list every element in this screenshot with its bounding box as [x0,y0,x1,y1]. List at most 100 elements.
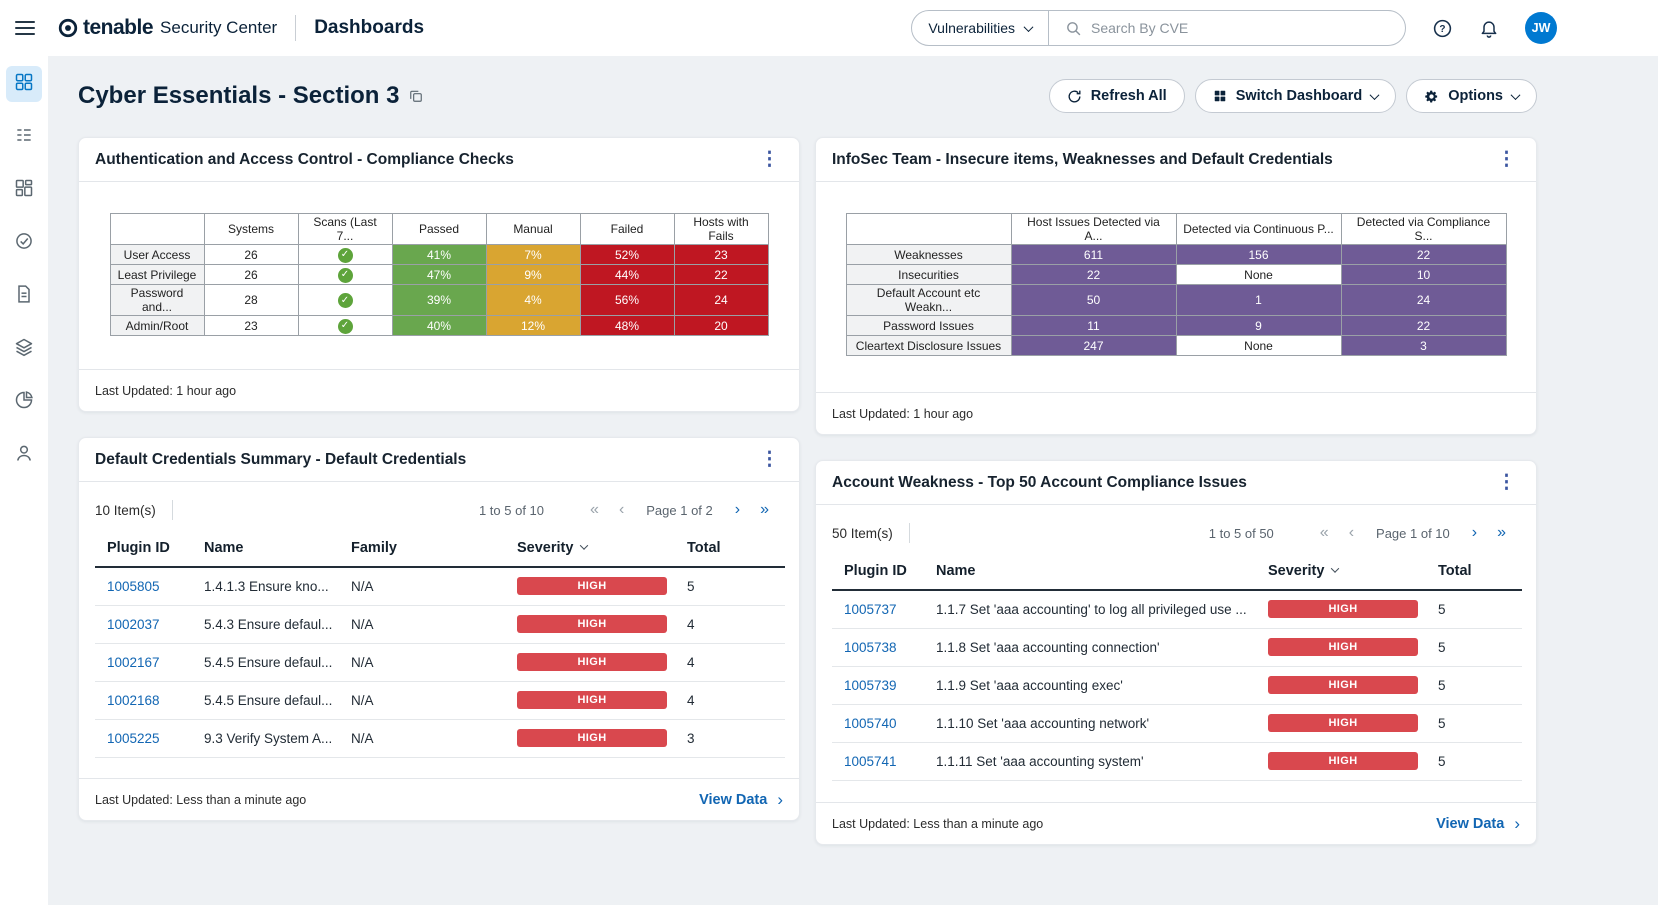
plugin-id-link[interactable]: 1005739 [844,678,897,693]
sort-chevron-icon[interactable] [1331,564,1339,572]
panel-header: Authentication and Access Control - Comp… [79,138,799,182]
row-label: Password Issues [846,316,1011,336]
manual-cell: 4% [486,285,580,316]
table-header-row: Host Issues Detected via A... Detected v… [846,214,1506,245]
first-page-icon[interactable]: « [1314,525,1335,541]
col-total: Total [675,532,785,567]
user-icon [14,443,34,468]
page-title: Cyber Essentials - Section 3 [78,82,399,110]
sidebar-item-solutions[interactable] [6,172,42,208]
table-row: 1002037 5.4.3 Ensure defaul... N/A HIGH … [95,605,785,643]
options-button[interactable]: Options [1406,79,1537,113]
refresh-all-button[interactable]: Refresh All [1049,79,1185,113]
plugin-id-link[interactable]: 1005225 [107,731,160,746]
sidebar-item-analytics[interactable] [6,384,42,420]
next-page-icon[interactable]: › [1466,525,1483,541]
kebab-menu-icon[interactable]: ⋮ [1493,471,1520,494]
refresh-icon [1067,89,1082,104]
sidebar-item-users[interactable] [6,437,42,473]
plugin-id-link[interactable]: 1005738 [844,640,897,655]
table-row: Password and... 28 ✓ 39% 4% 56% 24 [110,285,768,316]
value-cell: 9 [1176,316,1341,336]
failed-cell: 52% [580,245,674,265]
gear-icon [1424,89,1439,104]
hamburger-menu-icon[interactable] [15,21,35,35]
col-passed: Passed [392,214,486,245]
dashboards-grid-icon [14,72,34,97]
copy-icon[interactable] [409,89,423,103]
check-circle-icon [14,231,34,256]
brand: tenable Security Center [57,16,277,40]
view-data-link[interactable]: View Data › [1436,814,1520,834]
plugin-id-link[interactable]: 1002037 [107,617,160,632]
tenable-logo-icon [57,17,79,39]
search-input[interactable] [1091,20,1389,36]
prev-page-icon[interactable]: ‹ [613,502,630,518]
kebab-menu-icon[interactable]: ⋮ [756,448,783,471]
kebab-menu-icon[interactable]: ⋮ [1493,148,1520,171]
chevron-right-icon: › [1514,814,1520,834]
table-row: Weaknesses 611 156 22 [846,245,1506,265]
value-cell: None [1176,336,1341,356]
passed-cell: 39% [392,285,486,316]
panel-account-weakness: Account Weakness - Top 50 Account Compli… [815,460,1537,845]
panel-meta: 10 Item(s) 1 to 5 of 10 « ‹ Page 1 of 2 … [79,482,799,532]
severity-cell: HIGH [505,567,675,605]
severity-cell: HIGH [1256,742,1426,780]
plugin-id-link[interactable]: 1005737 [844,602,897,617]
search-field-wrap [1049,20,1405,37]
kebab-menu-icon[interactable]: ⋮ [756,148,783,171]
plugin-id-link[interactable]: 1002167 [107,655,160,670]
plugin-id-link[interactable]: 1005741 [844,754,897,769]
plugin-id-link[interactable]: 1005805 [107,579,160,594]
sidebar-item-dashboards[interactable] [6,66,42,102]
user-avatar[interactable]: JW [1525,12,1557,44]
failed-cell: 44% [580,265,674,285]
panel-auth-compliance: Authentication and Access Control - Comp… [78,137,800,412]
severity-cell: HIGH [505,605,675,643]
table-row: Default Account etc Weakn... 50 1 24 [846,285,1506,316]
sidebar-item-scans[interactable] [6,225,42,261]
search-bar: Vulnerabilities [911,10,1406,46]
sort-chevron-icon[interactable] [580,541,588,549]
plugin-id-link[interactable]: 1002168 [107,693,160,708]
table-row: User Access 26 ✓ 41% 7% 52% 23 [110,245,768,265]
plugin-id-link[interactable]: 1005740 [844,716,897,731]
switch-dashboard-button[interactable]: Switch Dashboard [1195,79,1397,113]
sidebar-item-assets[interactable] [6,331,42,367]
sidebar-item-reports[interactable] [6,278,42,314]
notifications-bell-icon[interactable] [1479,18,1499,38]
view-data-link[interactable]: View Data › [699,790,783,810]
prev-page-icon[interactable]: ‹ [1343,525,1360,541]
value-cell: 22 [1341,316,1506,336]
table-row: 1005741 1.1.11 Set 'aaa accounting syste… [832,742,1522,780]
help-icon[interactable]: ? [1432,18,1453,39]
total-cell: 4 [675,681,785,719]
last-page-icon[interactable]: » [754,502,775,518]
name-cell: 9.3 Verify System A... [192,719,339,757]
table-row: 1005738 1.1.8 Set 'aaa accounting connec… [832,628,1522,666]
view-data-label: View Data [1436,816,1504,832]
last-updated-text: Last Updated: 1 hour ago [832,407,973,421]
panel-header: Default Credentials Summary - Default Cr… [79,438,799,482]
auth-compliance-table: Systems Scans (Last 7... Passed Manual F… [110,213,769,336]
next-page-icon[interactable]: › [729,502,746,518]
range-text: 1 to 5 of 10 [479,503,544,518]
total-cell: 4 [675,643,785,681]
family-cell: N/A [339,605,505,643]
grid-icon [1213,89,1227,103]
sidebar-item-feed[interactable] [6,119,42,155]
table-row: Cleartext Disclosure Issues 247 None 3 [846,336,1506,356]
last-page-icon[interactable]: » [1491,525,1512,541]
name-cell: 1.1.7 Set 'aaa accounting' to log all pr… [924,590,1256,628]
scan-cell: ✓ [298,285,392,316]
account-weakness-table: Plugin ID Name Severity Total 1005737 1.… [832,555,1522,781]
panel-meta: 50 Item(s) 1 to 5 of 50 « ‹ Page 1 of 10… [816,505,1536,555]
table-row: Insecurities 22 None 10 [846,265,1506,285]
search-scope-dropdown[interactable]: Vulnerabilities [912,11,1049,45]
row-label: Default Account etc Weakn... [846,285,1011,316]
page-indicator: Page 1 of 10 [1376,526,1450,541]
pagination: 1 to 5 of 50 « ‹ Page 1 of 10 › » [1209,525,1520,541]
first-page-icon[interactable]: « [584,502,605,518]
options-label: Options [1448,88,1503,104]
